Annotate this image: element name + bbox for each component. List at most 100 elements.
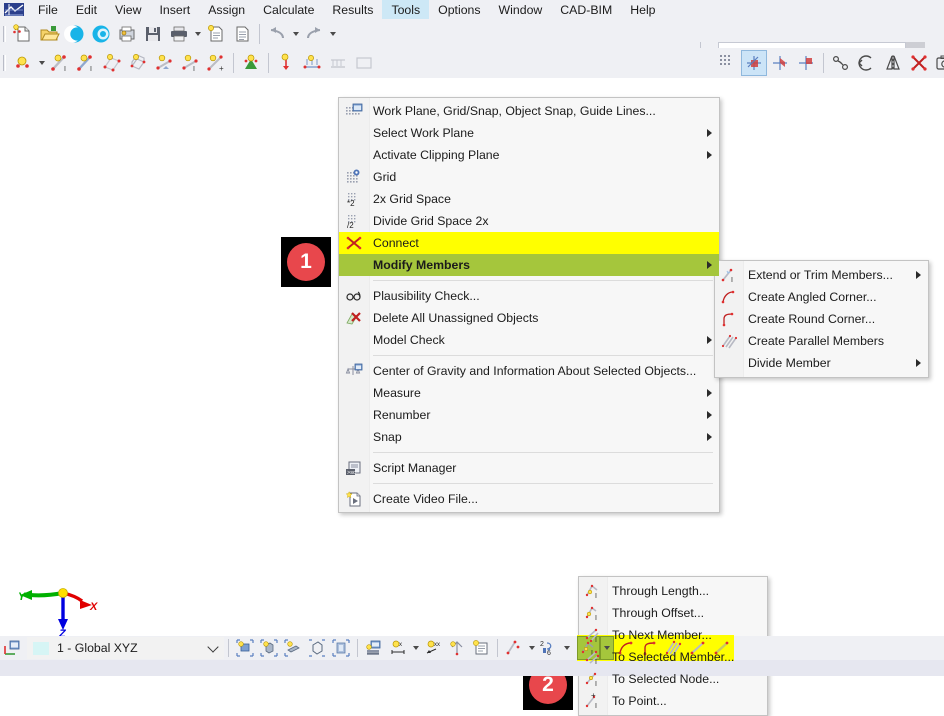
surface-load-icon[interactable]: [325, 50, 351, 76]
menu-help[interactable]: Help: [621, 0, 664, 21]
submenu-item-create-angled-corner[interactable]: Create Angled Corner...: [715, 286, 928, 308]
new-model-icon[interactable]: [10, 21, 36, 47]
divide-ratio-dropdown-icon[interactable]: [561, 635, 572, 661]
menu-results[interactable]: Results: [323, 0, 382, 21]
save-icon[interactable]: [140, 21, 166, 47]
view-xyz-icon[interactable]: [741, 50, 767, 76]
menu-item-activate-clipping-plane[interactable]: Activate Clipping Plane: [339, 144, 719, 166]
menu-options[interactable]: Options: [429, 0, 489, 21]
rfem-app-icon[interactable]: [62, 21, 88, 47]
print-dropdown-icon[interactable]: [192, 21, 203, 47]
menu-edit[interactable]: Edit: [67, 0, 106, 21]
redo-icon[interactable]: [301, 21, 327, 47]
divide-member-submenu[interactable]: I Through Length... I Through Offset...: [578, 576, 768, 716]
grid-toggle-icon[interactable]: [715, 50, 741, 76]
submenu-item-extend-or-trim-members[interactable]: I Extend or Trim Members...: [715, 264, 928, 286]
new-member-hinge-icon[interactable]: +: [203, 50, 229, 76]
view-xz-icon[interactable]: [767, 50, 793, 76]
print-preview-icon[interactable]: [114, 21, 140, 47]
wireframe-icon[interactable]: [305, 636, 329, 660]
new-member-icon[interactable]: I: [47, 50, 73, 76]
rstab-app-icon[interactable]: [88, 21, 114, 47]
submenu-item-create-round-corner[interactable]: Create Round Corner...: [715, 308, 928, 330]
new-node-dropdown-icon[interactable]: [36, 50, 47, 76]
dimension-dropdown-icon[interactable]: [410, 635, 421, 661]
menu-view[interactable]: View: [106, 0, 150, 21]
menu-item-modify-members[interactable]: Modify Members: [339, 254, 719, 276]
chevron-down-icon[interactable]: [203, 646, 223, 651]
menu-item-renumber[interactable]: Renumber: [339, 404, 719, 426]
display-properties-icon[interactable]: [469, 636, 493, 660]
model-work-area[interactable]: Y X Z Work Plane, Grid/Snap, Object Snap…: [0, 78, 944, 636]
menu-item-2x-grid-space[interactable]: *2 2x Grid Space: [339, 188, 719, 210]
menu-item-plausibility-check[interactable]: Plausibility Check...: [339, 285, 719, 307]
coordinate-system-icon[interactable]: [0, 636, 24, 660]
layers-icon[interactable]: [362, 636, 386, 660]
object-info-icon[interactable]: [445, 636, 469, 660]
new-nodal-support-icon[interactable]: [151, 50, 177, 76]
new-object-icon[interactable]: [502, 636, 526, 660]
menu-item-divide-grid-space-2x[interactable]: /2 Divide Grid Space 2x: [339, 210, 719, 232]
modify-members-submenu[interactable]: I Extend or Trim Members... Create Angle…: [714, 260, 929, 378]
menu-file[interactable]: File: [29, 0, 67, 21]
rotate-icon[interactable]: [854, 50, 880, 76]
menu-assign[interactable]: Assign: [199, 0, 254, 21]
dimension-x-icon[interactable]: x: [386, 636, 410, 660]
new-member-2-icon[interactable]: I: [73, 50, 99, 76]
new-surface-icon[interactable]: [99, 50, 125, 76]
submenu-item-through-length[interactable]: I Through Length...: [579, 580, 767, 602]
submenu-item-to-next-member[interactable]: I To Next Member...: [579, 624, 767, 646]
document-icon[interactable]: [229, 21, 255, 47]
solid-model-icon[interactable]: [257, 636, 281, 660]
submenu-item-through-offset[interactable]: I Through Offset...: [579, 602, 767, 624]
mirror-icon[interactable]: [880, 50, 906, 76]
load-icon[interactable]: [238, 50, 264, 76]
submenu-item-to-selected-member[interactable]: I To Selected Member...: [579, 646, 767, 668]
menu-insert[interactable]: Insert: [150, 0, 199, 21]
divide-ratio-icon[interactable]: 2 6: [537, 636, 561, 660]
menu-item-connect[interactable]: Connect: [339, 232, 719, 254]
submenu-item-to-selected-node[interactable]: I To Selected Node...: [579, 668, 767, 690]
nodal-load-icon[interactable]: [273, 50, 299, 76]
new-solid-icon[interactable]: [125, 50, 151, 76]
transparency-icon[interactable]: [329, 636, 353, 660]
new-line-support-icon[interactable]: I: [177, 50, 203, 76]
more-loads-icon[interactable]: [351, 50, 377, 76]
printout-report-icon[interactable]: [203, 21, 229, 47]
open-model-icon[interactable]: [36, 21, 62, 47]
menu-cad-bim[interactable]: CAD-BIM: [551, 0, 621, 21]
new-object-dropdown-icon[interactable]: [526, 635, 537, 661]
menu-item-work-plane[interactable]: Work Plane, Grid/Snap, Object Snap, Guid…: [339, 100, 719, 122]
view-yz-icon[interactable]: [793, 50, 819, 76]
submenu-item-to-point[interactable]: + I To Point...: [579, 690, 767, 712]
menu-item-snap[interactable]: Snap: [339, 426, 719, 448]
submenu-item-create-parallel-members[interactable]: Create Parallel Members: [715, 330, 928, 352]
print-icon[interactable]: [166, 21, 192, 47]
menu-item-select-work-plane[interactable]: Select Work Plane: [339, 122, 719, 144]
undo-dropdown-icon[interactable]: [290, 21, 301, 47]
connect-toolbar-icon[interactable]: [906, 50, 932, 76]
toolbar-grip[interactable]: [2, 24, 8, 44]
menu-window[interactable]: Window: [490, 0, 552, 21]
redo-dropdown-icon[interactable]: [327, 21, 338, 47]
move-copy-icon[interactable]: [828, 50, 854, 76]
member-render-icon[interactable]: [281, 636, 305, 660]
menu-item-measure[interactable]: Measure: [339, 382, 719, 404]
menu-item-center-of-gravity[interactable]: Center of Gravity and Information About …: [339, 360, 719, 382]
menu-item-script-manager[interactable]: >sc Script Manager: [339, 457, 719, 479]
menu-item-model-check[interactable]: Model Check: [339, 329, 719, 351]
new-node-icon[interactable]: [10, 50, 36, 76]
menu-tools[interactable]: Tools: [382, 0, 429, 21]
menu-item-create-video-file[interactable]: Create Video File...: [339, 488, 719, 510]
toolbar-grip[interactable]: [2, 53, 8, 73]
menu-calculate[interactable]: Calculate: [254, 0, 323, 21]
tools-dropdown-menu[interactable]: Work Plane, Grid/Snap, Object Snap, Guid…: [338, 97, 720, 513]
menu-item-grid[interactable]: Grid: [339, 166, 719, 188]
settings-camera-icon[interactable]: [932, 50, 944, 76]
menu-item-delete-all-unassigned-objects[interactable]: Delete All Unassigned Objects: [339, 307, 719, 329]
member-load-icon[interactable]: [299, 50, 325, 76]
render-model-icon[interactable]: [233, 636, 257, 660]
undo-icon[interactable]: [264, 21, 290, 47]
submenu-item-divide-member[interactable]: Divide Member: [715, 352, 928, 374]
dimension-xx-icon[interactable]: xx: [421, 636, 445, 660]
